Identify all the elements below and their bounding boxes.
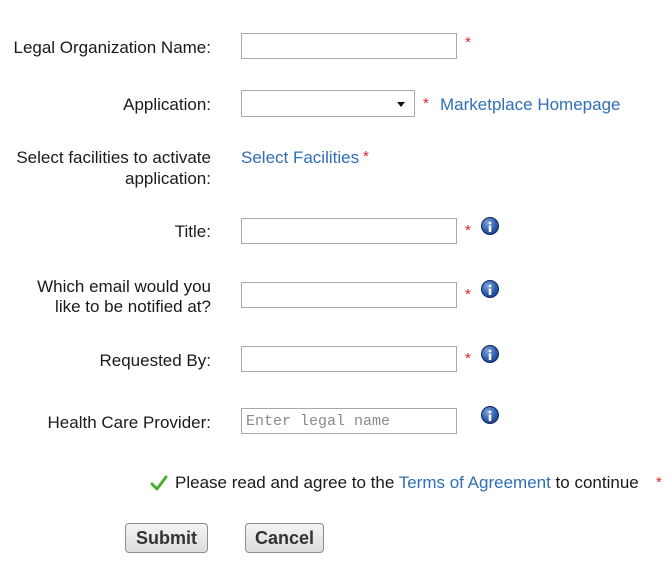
email-label-line1: Which email would you [37, 277, 211, 296]
terms-suffix-text: to continue [550, 473, 639, 492]
facilities-label-line2: application: [124, 169, 211, 188]
requested-by-info-icon[interactable] [481, 345, 499, 363]
email-required-marker: * [465, 286, 471, 303]
email-label-line2: like to be notified at? [55, 297, 211, 316]
application-select[interactable] [241, 90, 415, 117]
terms-of-agreement-link[interactable]: Terms of Agreement [399, 473, 551, 492]
title-info-icon[interactable] [481, 217, 499, 235]
submit-button[interactable]: Submit [125, 523, 208, 553]
select-facilities-link[interactable]: Select Facilities [241, 147, 359, 168]
requested-by-label: Requested By: [99, 351, 211, 370]
cancel-button[interactable]: Cancel [245, 523, 324, 553]
terms-required-marker: * [656, 474, 662, 491]
requested-by-input[interactable] [241, 346, 457, 372]
email-input[interactable] [241, 282, 457, 308]
title-label: Title: [174, 222, 211, 241]
title-required-marker: * [465, 222, 471, 239]
provider-info-icon[interactable] [481, 406, 499, 424]
chevron-down-icon [397, 102, 405, 107]
marketplace-homepage-link[interactable]: Marketplace Homepage [440, 94, 620, 115]
title-input[interactable] [241, 218, 457, 244]
checkmark-icon [150, 474, 168, 497]
requested-by-required-marker: * [465, 350, 471, 367]
application-label: Application: [123, 95, 211, 114]
health-care-provider-input[interactable] [241, 408, 457, 434]
terms-prefix-text: Please read and agree to the [175, 473, 399, 492]
email-info-icon[interactable] [481, 280, 499, 298]
legal-org-label: Legal Organization Name: [13, 38, 211, 57]
health-care-provider-label: Health Care Provider: [47, 413, 211, 432]
facilities-label-line1: Select facilities to activate [16, 148, 211, 167]
application-required-marker: * [423, 95, 429, 112]
legal-org-input[interactable] [241, 33, 457, 59]
legal-org-required-marker: * [465, 34, 471, 51]
request-form: Legal Organization Name: * Application: … [0, 0, 670, 577]
facilities-required-marker: * [363, 148, 369, 165]
